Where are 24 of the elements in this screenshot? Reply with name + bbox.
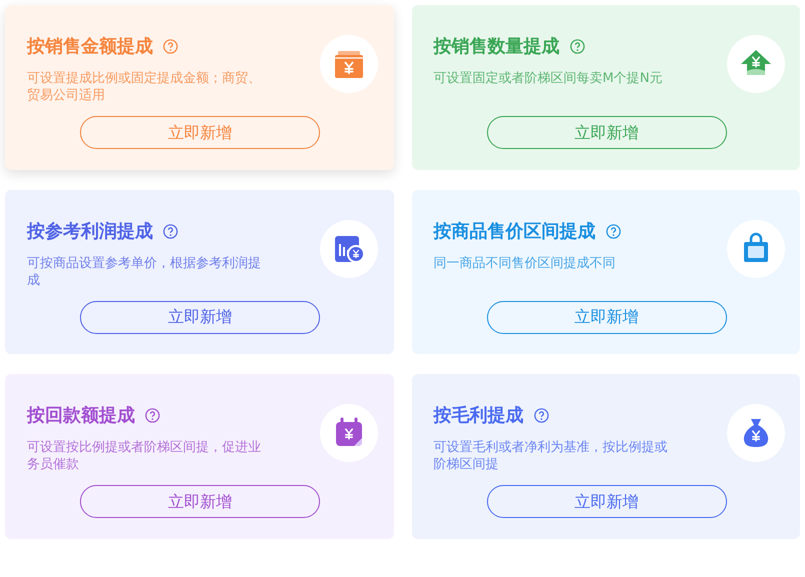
add-button[interactable]: 立即新增 bbox=[80, 485, 320, 518]
add-button[interactable]: 立即新增 bbox=[80, 116, 320, 149]
card-title: 按销售金额提成 bbox=[27, 35, 153, 59]
add-button[interactable]: 立即新增 bbox=[80, 300, 320, 334]
add-button[interactable]: 立即新增 bbox=[486, 116, 726, 149]
card-title: 按销售数量提成 bbox=[434, 35, 560, 59]
help-icon[interactable] bbox=[163, 224, 178, 239]
add-button[interactable]: 立即新增 bbox=[486, 300, 726, 334]
help-icon[interactable] bbox=[145, 408, 160, 424]
card-description: 可按商品设置参考单价，根据参考利润提成 bbox=[27, 254, 262, 289]
card-description: 可设置提成比例或固定提成金额；商贸、贸易公司适用 bbox=[27, 70, 262, 104]
add-button[interactable]: 立即新增 bbox=[486, 485, 726, 518]
help-icon[interactable] bbox=[570, 39, 584, 54]
help-icon[interactable] bbox=[163, 39, 178, 54]
card-description: 可设置毛利或者净利为基准，按比例提或阶梯区间提 bbox=[434, 439, 668, 474]
card-description: 同一商品不同售价区间提成不同 bbox=[434, 254, 616, 273]
card-description: 可设置固定或者阶梯区间每卖M个提N元 bbox=[434, 70, 664, 88]
help-icon[interactable] bbox=[606, 224, 620, 239]
card-title: 按参考利润提成 bbox=[27, 220, 153, 244]
card-title: 按毛利提成 bbox=[434, 404, 524, 428]
card-title: 按商品售价区间提成 bbox=[434, 220, 596, 244]
card-title: 按回款额提成 bbox=[27, 404, 135, 428]
card-description: 可设置按比例提或者阶梯区间提，促进业务员催款 bbox=[27, 439, 262, 474]
help-icon[interactable] bbox=[534, 408, 548, 424]
